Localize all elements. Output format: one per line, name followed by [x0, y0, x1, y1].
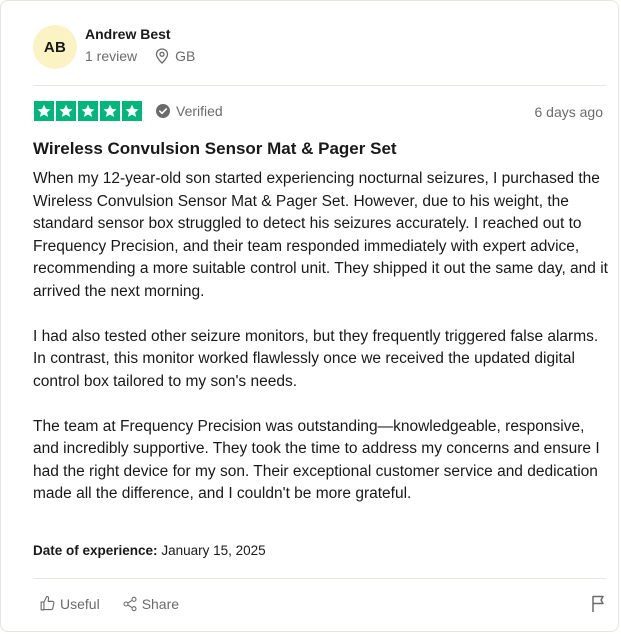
useful-label: Useful [60, 595, 100, 612]
report-button[interactable] [591, 595, 607, 618]
header-divider [33, 85, 606, 86]
review-body: When my 12-year-old son started experien… [33, 168, 608, 528]
star-icon [122, 101, 142, 121]
location-pin-icon [155, 48, 169, 64]
star-icon [56, 101, 76, 121]
review-actions: Useful Share [39, 595, 201, 612]
review-paragraph: When my 12-year-old son started experien… [33, 170, 608, 300]
reviewer-location: GB [175, 48, 196, 64]
share-label: Share [141, 595, 180, 612]
avatar-initials: AB [43, 38, 67, 56]
thumbs-up-icon [40, 595, 55, 611]
share-icon [123, 596, 137, 611]
star-icon [34, 101, 54, 121]
star-icon [100, 101, 120, 121]
star-rating [34, 101, 142, 121]
review-date: 6 days ago [534, 104, 604, 120]
verified-label: Verified [176, 103, 223, 119]
useful-button[interactable]: Useful [39, 595, 100, 612]
flag-icon [592, 595, 604, 612]
share-button[interactable]: Share [122, 596, 179, 612]
review-card: AB Andrew Best 1 review GB Verified 6 da… [0, 0, 619, 632]
date-of-experience: Date of experience: January 15, 2025 [33, 543, 266, 558]
review-paragraph: I had also tested other seizure monitors… [33, 327, 599, 390]
experience-date: January 15, 2025 [161, 543, 266, 558]
avatar[interactable]: AB [33, 25, 77, 69]
reviewer-name[interactable]: Andrew Best [85, 26, 171, 42]
check-circle-icon [156, 104, 170, 118]
footer-divider [33, 578, 606, 579]
reviewer-meta: 1 review GB [85, 48, 195, 64]
experience-label: Date of experience: [33, 543, 158, 558]
review-paragraph: The team at Frequency Precision was outs… [33, 417, 600, 503]
star-icon [78, 101, 98, 121]
review-title[interactable]: Wireless Convulsion Sensor Mat & Pager S… [33, 139, 397, 159]
review-count: 1 review [85, 48, 138, 64]
verified-badge[interactable]: Verified [156, 103, 223, 119]
